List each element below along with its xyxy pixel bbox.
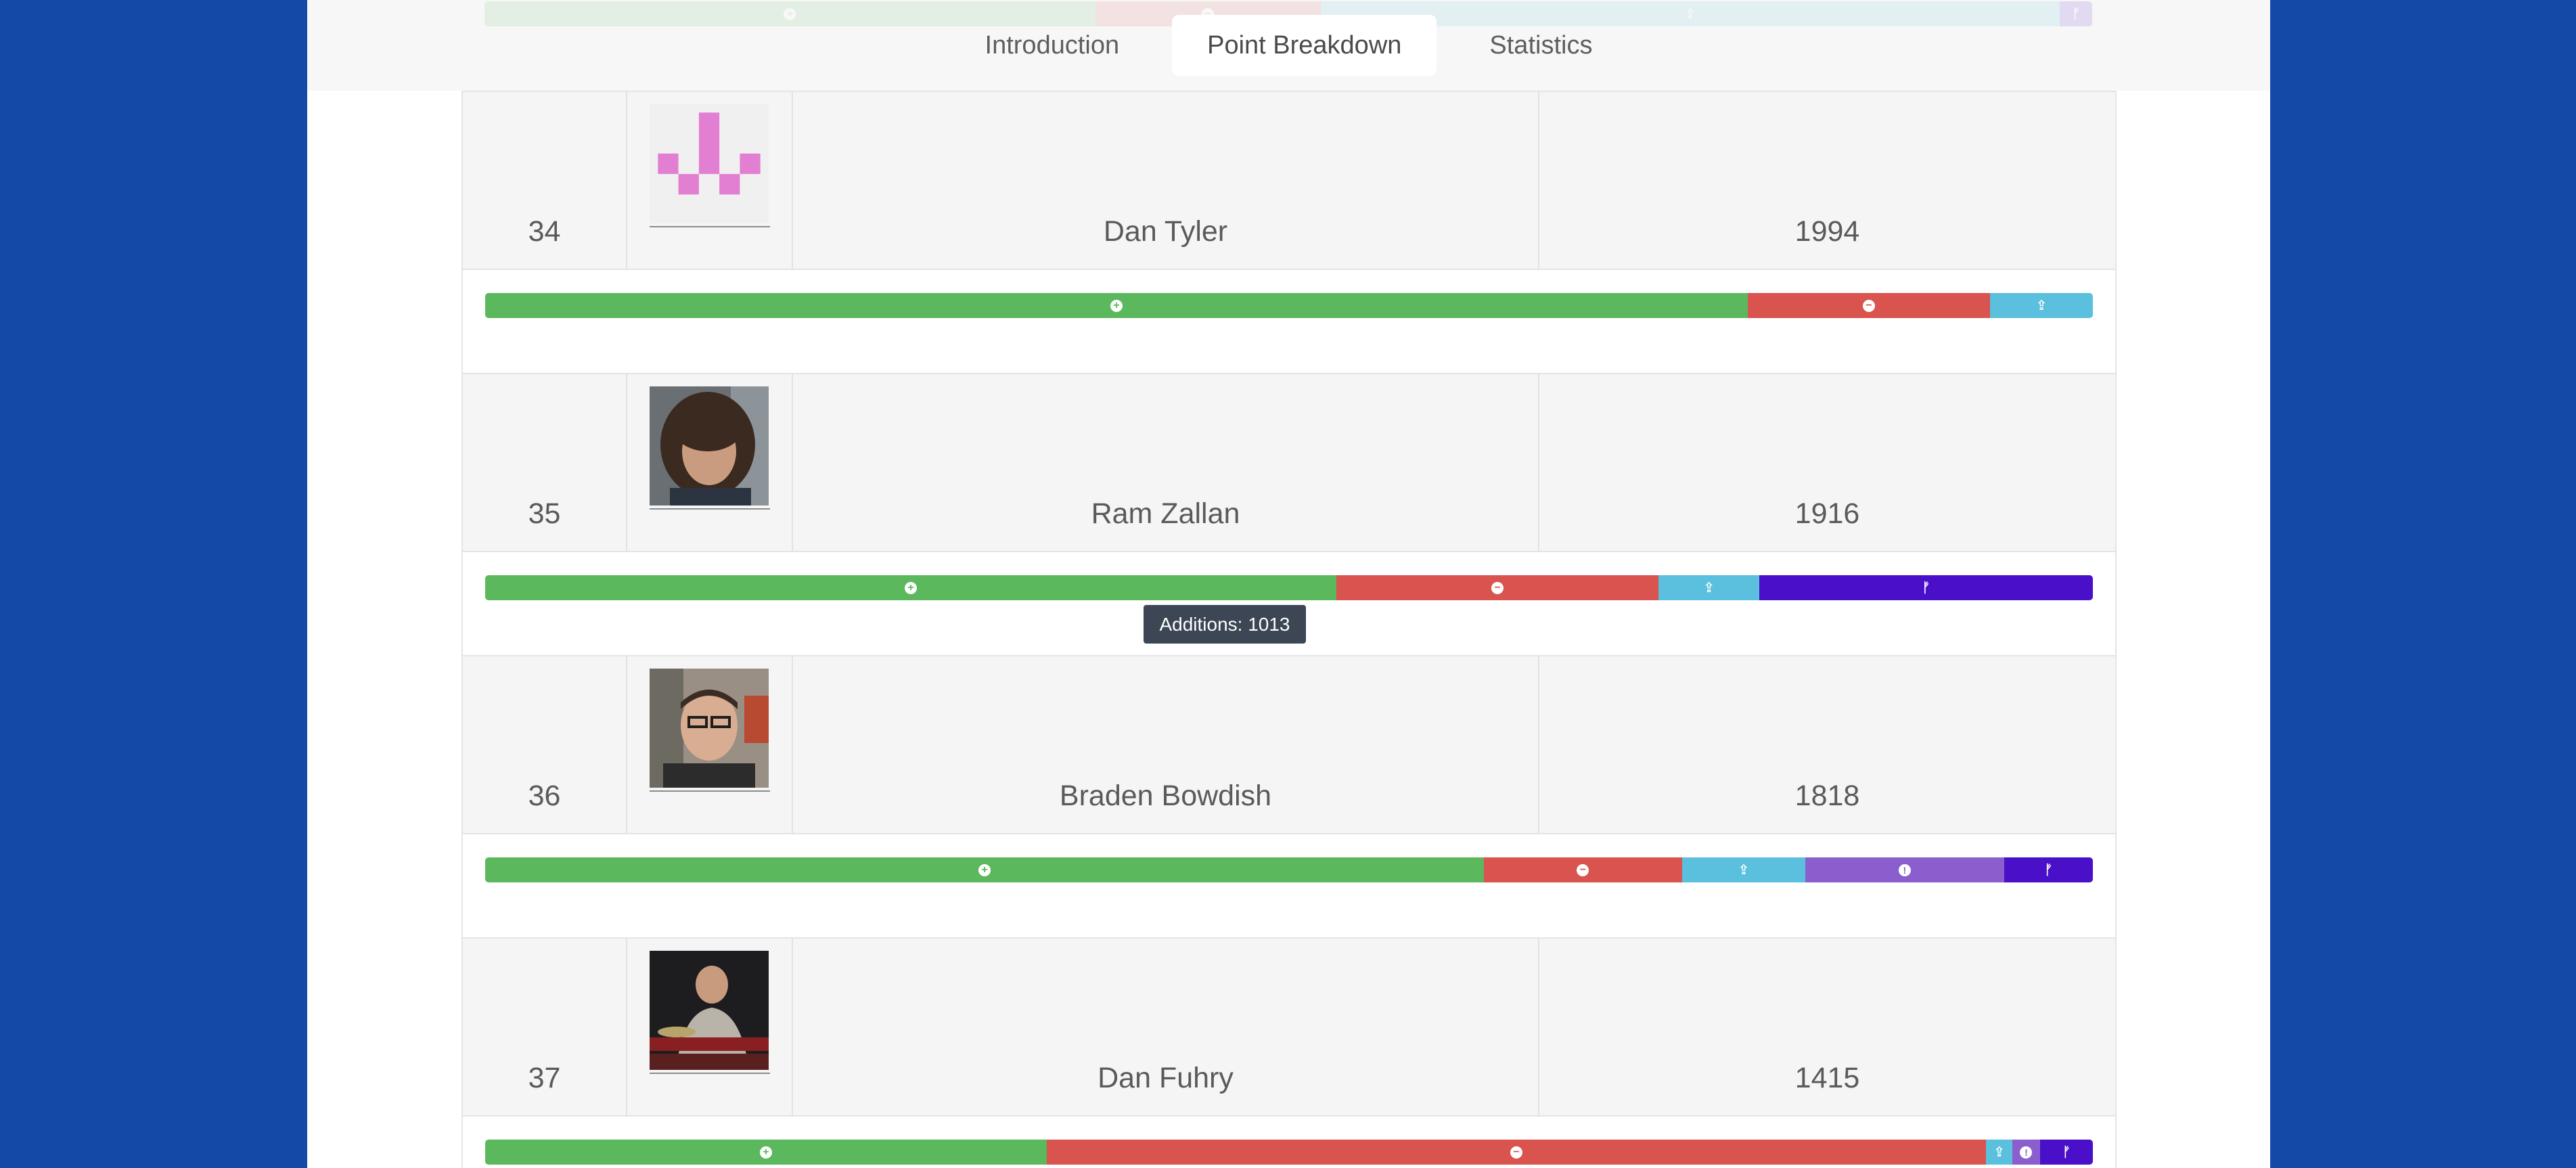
score-value: 1994 [1794, 215, 1860, 248]
deletions-segment[interactable]: − [1483, 857, 1682, 882]
score-cell: 1916 [1539, 374, 2115, 551]
points-breakdown-bar: + − ⇪! ᚠ [485, 857, 2093, 882]
deletions-segment[interactable]: − [1747, 293, 1990, 318]
deletions-segment[interactable]: − [1336, 575, 1658, 600]
identicon-avatar [650, 104, 769, 223]
additions-segment[interactable]: + [485, 293, 1748, 318]
minus-circle-icon: − [1577, 863, 1589, 876]
score-value: 1916 [1794, 497, 1860, 530]
avatar[interactable] [650, 669, 770, 792]
sticky-header: + − ⇪ ᚠ Introduction Point Breakdown Statis… [307, 0, 2270, 91]
rank-value: 34 [528, 215, 561, 248]
exclamation-circle-icon: ! [1898, 863, 1911, 876]
points-breakdown-bar: + − ⇪ ᚠ [485, 575, 2093, 600]
points-breakdown-bar: + − ⇪ [485, 293, 2093, 318]
tab-introduction[interactable]: Introduction [950, 15, 1155, 76]
page-container: 34 Dan Tyler 1994 + − ⇪ 35 Ram Zallan 19… [307, 0, 2270, 1168]
breakdown-row: + − ⇪! ᚠ [461, 834, 2117, 937]
avatar-cell [627, 939, 793, 1115]
commits-segment[interactable]: ⇪ [1985, 1140, 2012, 1165]
pull-requests-segment[interactable]: ᚠ [1759, 575, 2093, 600]
score-cell: 1415 [1539, 939, 2115, 1115]
avatar[interactable] [650, 386, 770, 510]
name-cell: Dan Fuhry [793, 939, 1539, 1115]
pull-requests-segment[interactable]: ᚠ [2040, 1140, 2093, 1165]
avatar-cell [627, 92, 793, 269]
commits-segment[interactable]: ⇪ [1658, 575, 1759, 600]
score-value: 1415 [1794, 1062, 1860, 1094]
minus-circle-icon: − [1491, 581, 1504, 594]
commits-segment[interactable]: ⇪ [1989, 293, 2093, 318]
upload-icon: ⇪ [1703, 580, 1715, 596]
exclamation-circle-icon: ! [2020, 1146, 2033, 1159]
table-row[interactable]: 36 Braden Bowdish 1818 [461, 655, 2117, 834]
additions-tooltip: Additions: 1013 [1144, 605, 1306, 644]
user-name: Braden Bowdish [1059, 780, 1272, 812]
issues-segment[interactable]: ! [2012, 1140, 2041, 1165]
pull-requests-segment[interactable]: ᚠ [2004, 857, 2093, 882]
additions-segment[interactable]: + [485, 857, 1484, 882]
commits-segment[interactable]: ⇪ [1681, 857, 1805, 882]
issues-segment[interactable]: ! [1805, 857, 2004, 882]
minus-circle-icon: − [1510, 1146, 1522, 1159]
avatar-cell [627, 374, 793, 551]
rank-cell: 35 [463, 374, 627, 551]
upload-icon: ⇪ [1738, 862, 1750, 878]
user-photo [650, 386, 769, 506]
rank-cell: 37 [463, 939, 627, 1115]
pull-request-icon: ᚠ [2044, 862, 2053, 878]
additions-segment[interactable]: + [485, 575, 1337, 600]
user-photo [650, 951, 769, 1070]
breakdown-row: + − ⇪ [461, 270, 2117, 373]
upload-icon: ⇪ [1993, 1144, 2005, 1160]
table-row[interactable]: 35 Ram Zallan 1916 [461, 373, 2117, 552]
rank-value: 35 [528, 497, 561, 530]
plus-circle-icon: + [1110, 299, 1123, 312]
user-name: Dan Tyler [1103, 215, 1228, 248]
score-cell: 1818 [1539, 656, 2115, 833]
user-photo [650, 669, 769, 788]
rank-value: 37 [528, 1062, 561, 1094]
table-row[interactable]: 34 Dan Tyler 1994 [461, 91, 2117, 270]
tab-statistics[interactable]: Statistics [1454, 15, 1627, 76]
user-name: Ram Zallan [1091, 497, 1240, 530]
avatar[interactable] [650, 104, 770, 227]
additions-segment[interactable]: + [485, 1140, 1047, 1165]
rank-cell: 34 [463, 92, 627, 269]
avatar-cell [627, 656, 793, 833]
deletions-segment[interactable]: − [1046, 1140, 1986, 1165]
score-cell: 1994 [1539, 92, 2115, 269]
name-cell: Ram Zallan [793, 374, 1539, 551]
rank-cell: 36 [463, 656, 627, 833]
minus-circle-icon: − [1862, 299, 1875, 312]
plus-circle-icon: + [759, 1146, 772, 1159]
name-cell: Dan Tyler [793, 92, 1539, 269]
score-value: 1818 [1794, 780, 1860, 812]
table-row[interactable]: 37 Dan Fuhry 1415 [461, 937, 2117, 1117]
pull-request-icon: ᚠ [2062, 1144, 2071, 1160]
tab-point-breakdown[interactable]: Point Breakdown [1172, 15, 1437, 76]
avatar[interactable] [650, 951, 770, 1074]
tab-bar: Introduction Point Breakdown Statistics [307, 15, 2270, 76]
breakdown-row: + − ⇪! ᚠ [461, 1117, 2117, 1168]
name-cell: Braden Bowdish [793, 656, 1539, 833]
plus-circle-icon: + [978, 863, 991, 876]
upload-icon: ⇪ [2035, 298, 2048, 313]
points-breakdown-bar: + − ⇪! ᚠ [485, 1140, 2093, 1165]
rank-value: 36 [528, 780, 561, 812]
pull-request-icon: ᚠ [1922, 580, 1930, 596]
user-name: Dan Fuhry [1098, 1062, 1234, 1094]
plus-circle-icon: + [905, 581, 918, 594]
